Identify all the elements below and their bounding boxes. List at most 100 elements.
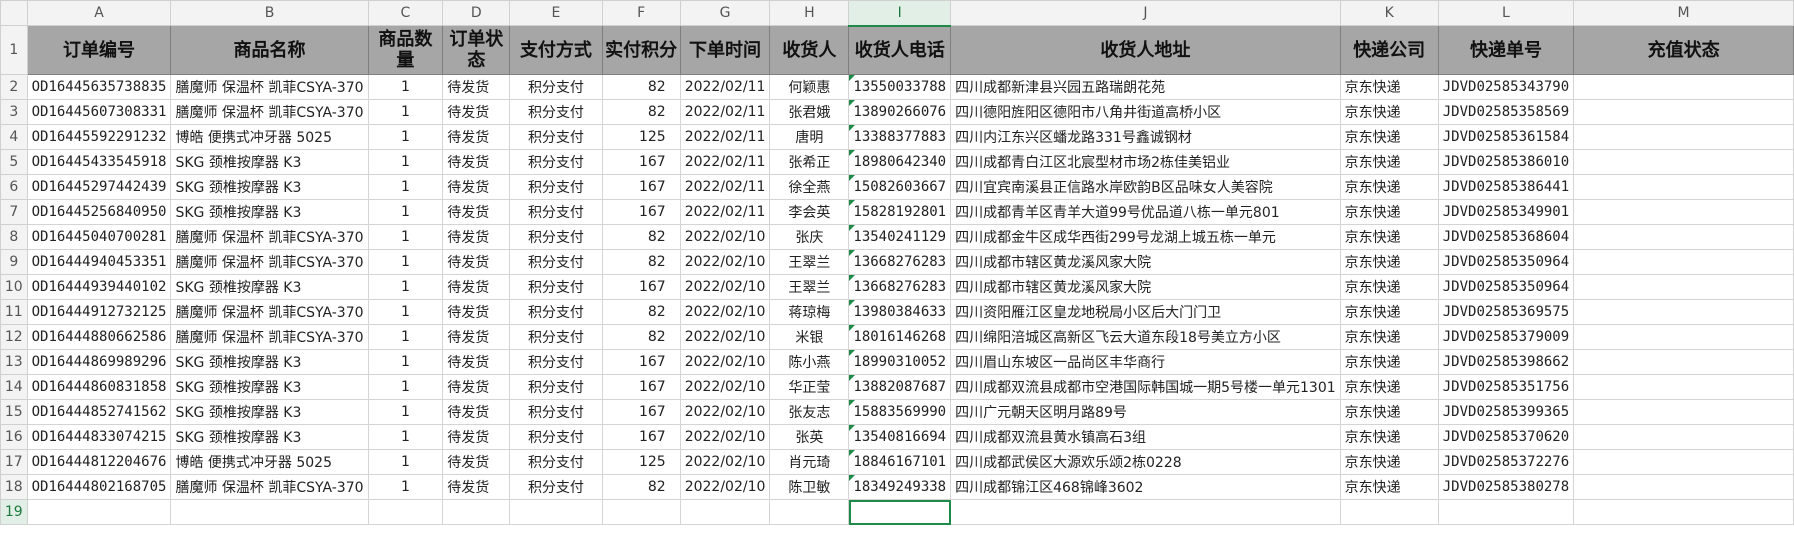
cell-recipient-name[interactable]: 何颖惠 bbox=[769, 74, 850, 100]
cell-recipient-address[interactable]: 四川成都金牛区成华西街299号龙湖上城五栋一单元 bbox=[950, 224, 1341, 250]
select-all-corner[interactable] bbox=[0, 0, 28, 26]
cell-recipient-phone[interactable]: 18990310052 bbox=[848, 349, 952, 375]
cell-order-id[interactable]: OD16445635738835 bbox=[26, 74, 172, 100]
cell-recipient-address[interactable]: 四川成都锦江区468锦峰3602 bbox=[950, 474, 1341, 500]
cell-product-name[interactable]: SKG 颈椎按摩器 K3 bbox=[170, 199, 369, 225]
header-cell[interactable]: 商品数量 bbox=[367, 25, 444, 75]
cell-recipient-phone[interactable]: 13882087687 bbox=[848, 374, 952, 400]
cell-recipient-address[interactable]: 四川成都青白江区北宸型材市场2栋佳美铝业 bbox=[950, 149, 1341, 175]
cell-tracking-number[interactable]: JDVD02585361584 bbox=[1437, 124, 1575, 150]
cell-order-id[interactable]: OD16445592291232 bbox=[26, 124, 172, 150]
cell-tracking-number[interactable]: JDVD02585370620 bbox=[1437, 424, 1575, 450]
row-number[interactable]: 6 bbox=[0, 174, 28, 200]
column-header-e[interactable]: E bbox=[509, 0, 603, 26]
cell-courier[interactable]: 京东快递 bbox=[1339, 74, 1439, 100]
cell-payment-method[interactable]: 积分支付 bbox=[509, 299, 603, 325]
cell-tracking-number[interactable]: JDVD02585379009 bbox=[1437, 324, 1575, 350]
cell-product-name[interactable]: SKG 颈椎按摩器 K3 bbox=[170, 274, 369, 300]
cell-points[interactable]: 167 bbox=[601, 349, 681, 375]
cell-recipient-phone[interactable]: 13540816694 bbox=[848, 424, 952, 450]
cell-order-status[interactable]: 待发货 bbox=[442, 99, 511, 125]
cell-quantity[interactable]: 1 bbox=[367, 424, 444, 450]
column-header-f[interactable]: F bbox=[601, 0, 681, 26]
cell-tracking-number[interactable]: JDVD02585386010 bbox=[1437, 149, 1575, 175]
cell-points[interactable]: 167 bbox=[601, 374, 681, 400]
cell-tracking-number[interactable]: JDVD02585369575 bbox=[1437, 299, 1575, 325]
cell-points[interactable]: 82 bbox=[601, 299, 681, 325]
cell-recharge-status[interactable] bbox=[1573, 449, 1794, 475]
cell-order-status[interactable]: 待发货 bbox=[442, 324, 511, 350]
cell-recipient-phone[interactable]: 13388377883 bbox=[848, 124, 952, 150]
cell-tracking-number[interactable]: JDVD02585386441 bbox=[1437, 174, 1575, 200]
row-number[interactable]: 1 bbox=[0, 25, 28, 75]
cell-payment-method[interactable]: 积分支付 bbox=[509, 149, 603, 175]
cell-recipient-address[interactable]: 四川绵阳涪城区高新区飞云大道东段18号美立方小区 bbox=[950, 324, 1341, 350]
cell-product-name[interactable]: 膳魔师 保温杯 凯菲CSYA-370 bbox=[170, 324, 369, 350]
cell-payment-method[interactable]: 积分支付 bbox=[509, 449, 603, 475]
empty-cell[interactable] bbox=[769, 499, 850, 525]
cell-quantity[interactable]: 1 bbox=[367, 74, 444, 100]
cell-order-status[interactable]: 待发货 bbox=[442, 274, 511, 300]
cell-product-name[interactable]: SKG 颈椎按摩器 K3 bbox=[170, 149, 369, 175]
empty-cell[interactable] bbox=[442, 499, 511, 525]
cell-recipient-address[interactable]: 四川资阳雁江区皇龙地税局小区后大门门卫 bbox=[950, 299, 1341, 325]
cell-quantity[interactable]: 1 bbox=[367, 249, 444, 275]
cell-quantity[interactable]: 1 bbox=[367, 374, 444, 400]
cell-payment-method[interactable]: 积分支付 bbox=[509, 399, 603, 425]
cell-order-status[interactable]: 待发货 bbox=[442, 249, 511, 275]
cell-order-id[interactable]: OD16445607308331 bbox=[26, 99, 172, 125]
row-number[interactable]: 10 bbox=[0, 274, 28, 300]
column-header-d[interactable]: D bbox=[442, 0, 511, 26]
cell-order-date[interactable]: 2022/02/10 bbox=[679, 274, 771, 300]
column-header-c[interactable]: C bbox=[367, 0, 444, 26]
cell-product-name[interactable]: 博皓 便携式冲牙器 5025 bbox=[170, 124, 369, 150]
cell-recipient-name[interactable]: 徐全燕 bbox=[769, 174, 850, 200]
cell-quantity[interactable]: 1 bbox=[367, 124, 444, 150]
cell-tracking-number[interactable]: JDVD02585368604 bbox=[1437, 224, 1575, 250]
cell-courier[interactable]: 京东快递 bbox=[1339, 199, 1439, 225]
row-number[interactable]: 12 bbox=[0, 324, 28, 350]
column-header-h[interactable]: H bbox=[769, 0, 850, 26]
header-cell[interactable]: 收货人电话 bbox=[848, 25, 952, 75]
cell-recipient-phone[interactable]: 15828192801 bbox=[848, 199, 952, 225]
cell-recipient-address[interactable]: 四川成都双流县黄水镇高石3组 bbox=[950, 424, 1341, 450]
cell-recipient-address[interactable]: 四川成都双流县成都市空港国际韩国城一期5号楼一单元1301 bbox=[950, 374, 1341, 400]
cell-tracking-number[interactable]: JDVD02585380278 bbox=[1437, 474, 1575, 500]
cell-order-status[interactable]: 待发货 bbox=[442, 174, 511, 200]
cell-order-status[interactable]: 待发货 bbox=[442, 474, 511, 500]
header-cell[interactable]: 收货人地址 bbox=[950, 25, 1341, 75]
column-header-m[interactable]: M bbox=[1573, 0, 1794, 26]
cell-recharge-status[interactable] bbox=[1573, 249, 1794, 275]
cell-points[interactable]: 167 bbox=[601, 424, 681, 450]
cell-courier[interactable]: 京东快递 bbox=[1339, 399, 1439, 425]
cell-recharge-status[interactable] bbox=[1573, 199, 1794, 225]
header-cell[interactable]: 快递公司 bbox=[1339, 25, 1439, 75]
cell-points[interactable]: 167 bbox=[601, 199, 681, 225]
cell-order-status[interactable]: 待发货 bbox=[442, 124, 511, 150]
column-header-j[interactable]: J bbox=[950, 0, 1341, 26]
cell-payment-method[interactable]: 积分支付 bbox=[509, 349, 603, 375]
cell-recipient-address[interactable]: 四川成都武侯区大源欢乐颂2栋0228 bbox=[950, 449, 1341, 475]
cell-courier[interactable]: 京东快递 bbox=[1339, 224, 1439, 250]
cell-order-id[interactable]: OD16445433545918 bbox=[26, 149, 172, 175]
cell-order-status[interactable]: 待发货 bbox=[442, 374, 511, 400]
cell-recipient-phone[interactable]: 18016146268 bbox=[848, 324, 952, 350]
empty-cell[interactable] bbox=[1339, 499, 1439, 525]
cell-quantity[interactable]: 1 bbox=[367, 174, 444, 200]
cell-order-date[interactable]: 2022/02/11 bbox=[679, 99, 771, 125]
selected-cell[interactable] bbox=[848, 499, 952, 525]
cell-recipient-name[interactable]: 张友志 bbox=[769, 399, 850, 425]
cell-courier[interactable]: 京东快递 bbox=[1339, 124, 1439, 150]
cell-courier[interactable]: 京东快递 bbox=[1339, 324, 1439, 350]
cell-order-date[interactable]: 2022/02/10 bbox=[679, 249, 771, 275]
cell-order-id[interactable]: OD16444940453351 bbox=[26, 249, 172, 275]
cell-order-date[interactable]: 2022/02/11 bbox=[679, 174, 771, 200]
cell-product-name[interactable]: 膳魔师 保温杯 凯菲CSYA-370 bbox=[170, 249, 369, 275]
cell-tracking-number[interactable]: JDVD02585372276 bbox=[1437, 449, 1575, 475]
cell-order-date[interactable]: 2022/02/10 bbox=[679, 374, 771, 400]
row-number[interactable]: 15 bbox=[0, 399, 28, 425]
cell-order-status[interactable]: 待发货 bbox=[442, 199, 511, 225]
cell-payment-method[interactable]: 积分支付 bbox=[509, 374, 603, 400]
cell-tracking-number[interactable]: JDVD02585350964 bbox=[1437, 249, 1575, 275]
header-cell[interactable]: 订单编号 bbox=[26, 25, 172, 75]
